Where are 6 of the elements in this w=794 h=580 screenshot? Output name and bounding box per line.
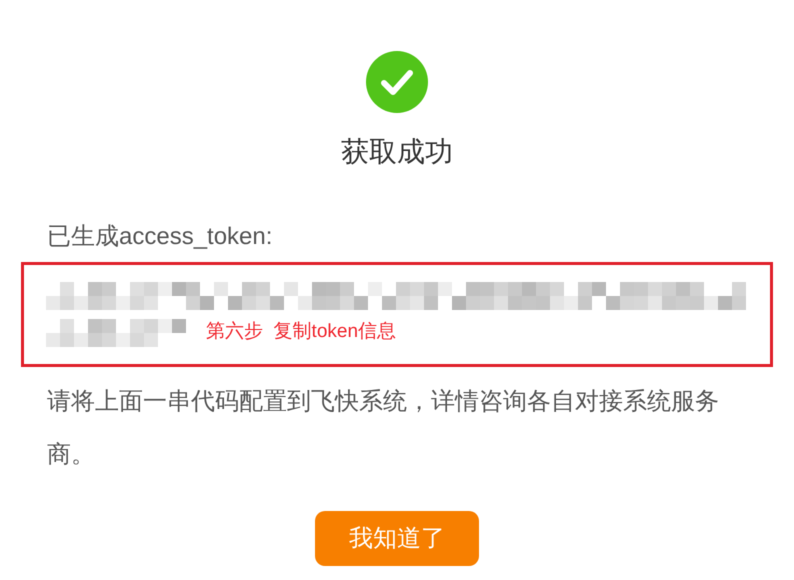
instruction-text: 请将上面一串代码配置到飞快系统，详情咨询各自对接系统服务商。: [47, 387, 720, 470]
success-check-icon: [365, 50, 429, 114]
confirm-button[interactable]: 我知道了: [315, 511, 479, 566]
dialog-title: 获取成功: [341, 135, 453, 169]
step-annotation: 第六步 复制token信息: [206, 320, 396, 344]
token-label: 已生成access_token:: [47, 222, 274, 252]
